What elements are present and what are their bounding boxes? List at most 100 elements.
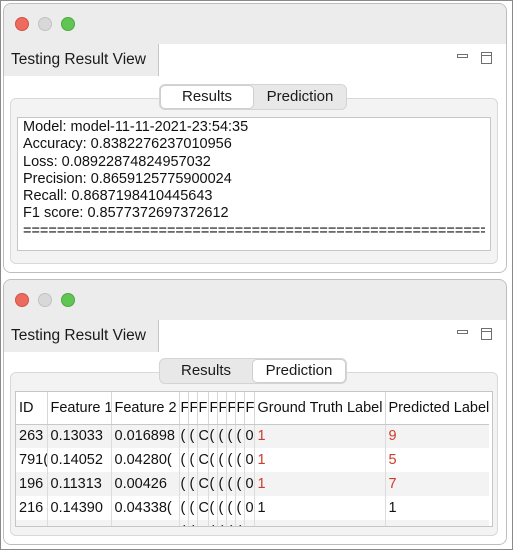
view-content: IDFeature 1Feature 2FFFFFFFFGround Truth…: [4, 352, 506, 544]
view-tab-bar-filler: [159, 44, 506, 76]
tab-results[interactable]: Results: [160, 85, 254, 109]
prediction-table: IDFeature 1Feature 2FFFFFFFFGround Truth…: [16, 392, 489, 526]
testing-result-window-results: Testing Result View Model: model-11-11-2…: [3, 3, 507, 273]
table-cell: (: [235, 424, 245, 448]
column-header[interactable]: F: [197, 392, 209, 425]
table-cell: (: [179, 448, 189, 472]
column-header[interactable]: F: [226, 392, 236, 425]
table-cell: (: [235, 520, 245, 526]
title-bar[interactable]: [4, 4, 506, 44]
tab-prediction[interactable]: Prediction: [254, 85, 346, 109]
ground-truth-cell: 1: [254, 448, 386, 472]
predicted-label-cell: 1: [385, 520, 489, 526]
column-header[interactable]: F: [179, 392, 189, 425]
tab-prediction[interactable]: Prediction: [252, 359, 346, 383]
table-row[interactable]: 196 0.11313 0.00426((C((((0 1 7: [16, 472, 489, 496]
results-line-accuracy: Accuracy: 0.8382276237010956: [23, 136, 232, 153]
column-header[interactable]: F: [217, 392, 227, 425]
view-tab-bar: Testing Result View: [4, 320, 506, 352]
table-cell: (: [188, 424, 198, 448]
table-cell: (: [217, 472, 227, 496]
table-cell: 0: [244, 496, 255, 520]
title-bar[interactable]: [4, 280, 506, 320]
table-cell: (: [179, 520, 189, 526]
prediction-table-container: IDFeature 1Feature 2FFFFFFFFGround Truth…: [15, 391, 493, 527]
column-header[interactable]: Feature 1: [47, 392, 112, 425]
table-cell: 263: [16, 424, 48, 448]
table-cell: 196: [16, 472, 48, 496]
table-cell: 0.04280(: [111, 448, 180, 472]
predicted-label-cell: 1: [385, 496, 489, 520]
table-cell: (: [217, 520, 227, 526]
table-row[interactable]: 263 0.13033 0.016898((C((((0 1 9: [16, 424, 489, 448]
table-cell: 0.16907: [47, 520, 112, 526]
view-maximize-icon[interactable]: [481, 52, 492, 64]
ground-truth-cell: 1: [254, 472, 386, 496]
table-row[interactable]: 791(0.14052 0.04280(((C((((0 1 5: [16, 448, 489, 472]
maximize-icon[interactable]: [61, 293, 75, 307]
maximize-icon[interactable]: [61, 17, 75, 31]
table-cell: (: [208, 448, 218, 472]
predicted-label-cell: 9: [385, 424, 489, 448]
table-cell: C: [197, 448, 209, 472]
results-line-precision: Precision: 0.8659125775900024: [23, 170, 232, 187]
table-cell: (: [226, 448, 236, 472]
table-cell: (: [217, 448, 227, 472]
view-tab-testing-result[interactable]: Testing Result View: [4, 44, 159, 76]
table-cell: (: [188, 448, 198, 472]
column-header[interactable]: F: [208, 392, 218, 425]
table-row[interactable]: 2720.169070.08935((C((((011: [16, 520, 489, 526]
testing-result-window-prediction: Testing Result View ID Feature 1 Feature 2…: [3, 279, 507, 545]
view-content: Model: model-11-11-2021-23:54:35 Accurac…: [4, 76, 506, 272]
minimize-icon[interactable]: [38, 293, 52, 307]
close-icon[interactable]: [15, 293, 29, 307]
close-icon[interactable]: [15, 17, 29, 31]
table-cell: 0.13033: [47, 424, 112, 448]
table-cell: (: [235, 472, 245, 496]
table-cell: (: [208, 496, 218, 520]
table-cell: (: [188, 472, 198, 496]
column-header[interactable]: F: [244, 392, 255, 425]
tab-panel: IDFeature 1Feature 2FFFFFFFFGround Truth…: [10, 372, 498, 536]
column-header[interactable]: Feature 2: [111, 392, 180, 425]
ground-truth-cell: 1: [254, 424, 386, 448]
view-tab-bar-filler: [159, 320, 506, 352]
table-header-row: IDFeature 1Feature 2FFFFFFFFGround Truth…: [16, 392, 489, 425]
view-minimize-icon[interactable]: [457, 54, 468, 58]
tab-panel: Model: model-11-11-2021-23:54:35 Accurac…: [10, 98, 498, 264]
tab-switcher: Results Prediction: [159, 84, 347, 110]
results-line-recall: Recall: 0.8687198410445643: [23, 188, 213, 205]
minimize-icon[interactable]: [38, 17, 52, 31]
table-cell: (: [226, 520, 236, 526]
table-cell: (: [188, 520, 198, 526]
table-cell: (: [188, 496, 198, 520]
view-tab-testing-result[interactable]: Testing Result View: [4, 320, 159, 352]
results-line-f1: F1 score: 0.8577372697372612: [23, 205, 229, 222]
column-header[interactable]: ID: [16, 392, 48, 425]
table-cell: C: [197, 496, 209, 520]
table-cell: (: [235, 496, 245, 520]
table-cell: 272: [16, 520, 48, 526]
column-header[interactable]: F: [188, 392, 198, 425]
table-cell: (: [217, 424, 227, 448]
column-header[interactable]: F: [235, 392, 245, 425]
column-header[interactable]: Ground Truth Label: [254, 392, 386, 425]
table-cell: C: [197, 520, 209, 526]
view-minimize-icon[interactable]: [457, 330, 468, 334]
view-maximize-icon[interactable]: [481, 328, 492, 340]
table-cell: (: [179, 496, 189, 520]
predicted-label-cell: 7: [385, 472, 489, 496]
table-row[interactable]: 216 0.14390 0.04338(((C((((0 1 1: [16, 496, 489, 520]
table-cell: (: [226, 496, 236, 520]
results-text-area[interactable]: Model: model-11-11-2021-23:54:35 Accurac…: [17, 117, 491, 251]
tab-switcher: Results Prediction: [159, 358, 347, 384]
results-line-model: Model: model-11-11-2021-23:54:35: [23, 119, 249, 135]
table-cell: 0.00426: [111, 472, 180, 496]
table-cell: 0.14390: [47, 496, 112, 520]
predicted-label-cell: 5: [385, 448, 489, 472]
table-cell: (: [235, 448, 245, 472]
column-header[interactable]: Predicted Label: [385, 392, 489, 425]
results-separator: ========================================…: [23, 222, 485, 239]
table-cell: (: [179, 472, 189, 496]
tab-results[interactable]: Results: [160, 359, 252, 383]
